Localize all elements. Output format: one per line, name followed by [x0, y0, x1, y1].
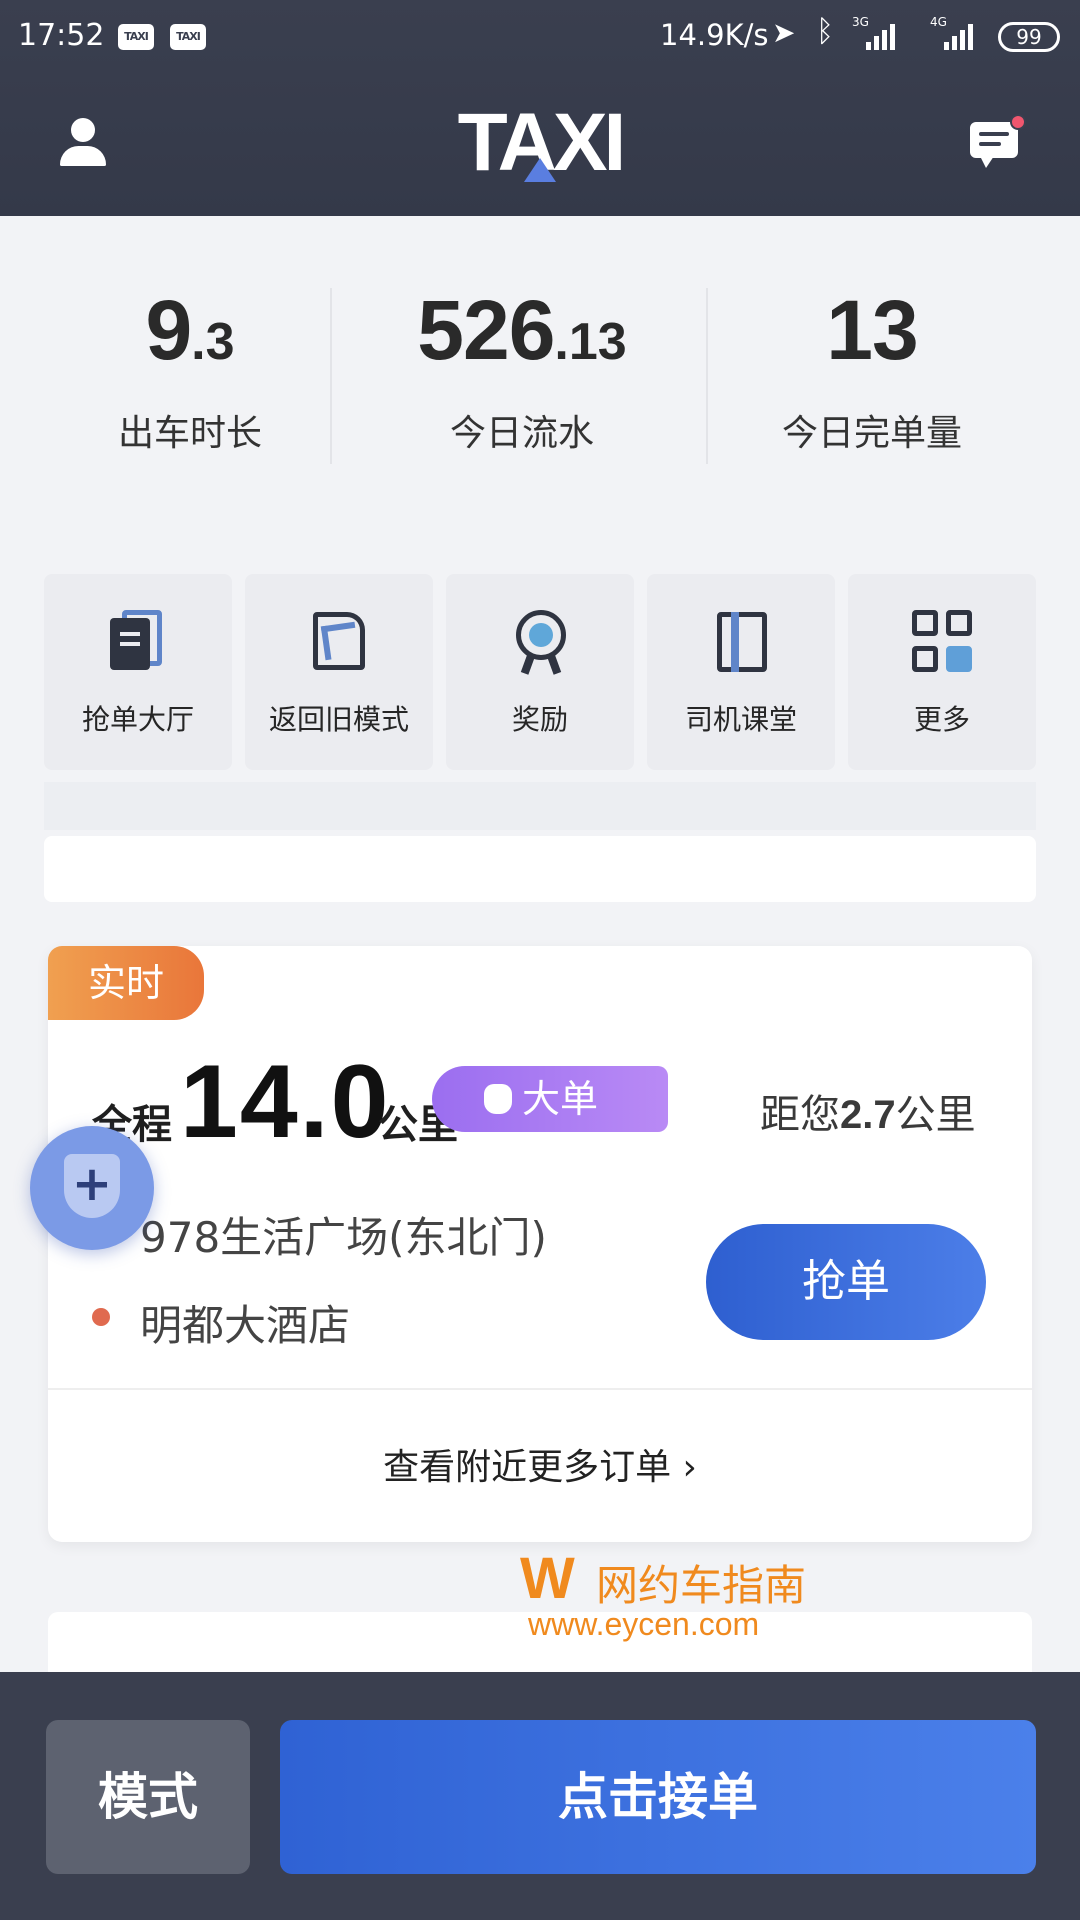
trip-distance-value: 14.0 [180, 1044, 391, 1160]
return-icon [309, 610, 369, 676]
taxi-app-notification-icon: TAXI [170, 24, 206, 50]
accept-orders-button[interactable]: 点击接单 [280, 1720, 1036, 1874]
location-arrow-icon: ➤ [772, 16, 796, 49]
divider [330, 288, 332, 464]
watermark-logo: W [520, 1546, 575, 1611]
stat-online-hours[interactable]: 9.3 出车时长 [40, 280, 340, 456]
menu-label: 奖励 [511, 703, 568, 736]
menu-label: 司机课堂 [684, 703, 797, 736]
chevron-right-icon: › [671, 1447, 697, 1488]
menu-order-hall[interactable]: 抢单大厅 [44, 574, 232, 770]
menu-more[interactable]: 更多 [848, 574, 1036, 770]
order-hall-icon [108, 610, 168, 676]
grab-order-button[interactable]: 抢单 [706, 1224, 986, 1340]
reward-medal-icon [510, 610, 570, 676]
watermark-url: www.eycen.com [528, 1606, 760, 1642]
banner-placeholder [44, 836, 1036, 902]
stat-today-revenue[interactable]: 526.13 今日流水 [372, 280, 672, 456]
order-card[interactable]: 实时 全程 14.0 公里 大单 距您2.7公里 978生活广场(东北门) 明都… [48, 946, 1032, 1542]
mode-button[interactable]: 模式 [46, 1720, 250, 1874]
dropoff-address: 明都大酒店 [140, 1301, 351, 1350]
stat-completed-orders[interactable]: 13 今日完单量 [722, 280, 1022, 456]
dropoff-dot [92, 1308, 110, 1326]
grid-more-icon [912, 610, 972, 676]
view-more-orders-link[interactable]: 查看附近更多订单 › [48, 1438, 1032, 1490]
driver-stats: 9.3 出车时长 526.13 今日流水 13 今日完单量 [0, 280, 1080, 470]
message-icon[interactable] [970, 114, 1026, 168]
safety-shield-button[interactable]: + [30, 1126, 154, 1250]
signal-bars-icon [866, 22, 906, 50]
book-icon [711, 610, 771, 676]
unread-dot [1010, 114, 1026, 130]
menu-label: 抢单大厅 [81, 703, 194, 736]
menu-return-old-mode[interactable]: 返回旧模式 [245, 574, 433, 770]
status-time: 17:52 [18, 18, 105, 53]
distance-to-you: 距您2.7公里 [760, 1092, 976, 1138]
menu-reward[interactable]: 奖励 [446, 574, 634, 770]
app-header: 17:52 TAXI TAXI 14.9K/s ➤ ᛒ 3G 4G 99 TAX… [0, 0, 1080, 216]
plus-icon: + [71, 1156, 113, 1212]
stat-label: 今日流水 [449, 413, 594, 454]
network-speed: 14.9K/s [660, 18, 769, 52]
divider [706, 288, 708, 464]
user-profile-icon[interactable] [58, 118, 108, 170]
taxi-logo: TAXI [440, 102, 640, 184]
menu-driver-class[interactable]: 司机课堂 [647, 574, 835, 770]
menu-label: 返回旧模式 [268, 703, 409, 736]
realtime-tag: 实时 [48, 946, 204, 1020]
watermark-title: 网约车指南 [596, 1561, 807, 1610]
bluetooth-icon: ᛒ [816, 14, 834, 49]
status-bar: 17:52 TAXI TAXI 14.9K/s ➤ ᛒ 3G 4G 99 [0, 0, 1080, 74]
quick-menu: 抢单大厅 返回旧模式 奖励 司机课堂 更多 [44, 574, 1036, 770]
stat-label: 今日完单量 [781, 413, 962, 454]
logo-triangle-icon [524, 158, 556, 182]
stat-label: 出车时长 [117, 413, 262, 454]
menu-label: 更多 [913, 703, 970, 736]
taxi-app-notification-icon: TAXI [118, 24, 154, 50]
signal-bars-icon [944, 22, 984, 50]
bottom-action-bar: 模式 点击接单 [0, 1672, 1080, 1920]
battery-indicator: 99 [998, 22, 1060, 52]
divider [48, 1388, 1032, 1390]
money-bag-icon [484, 1084, 512, 1114]
big-order-badge: 大单 [432, 1066, 668, 1132]
watermark: W 网约车指南 www.eycen.com [520, 1546, 840, 1643]
banner-placeholder [44, 782, 1036, 830]
pickup-address: 978生活广场(东北门) [140, 1213, 547, 1262]
